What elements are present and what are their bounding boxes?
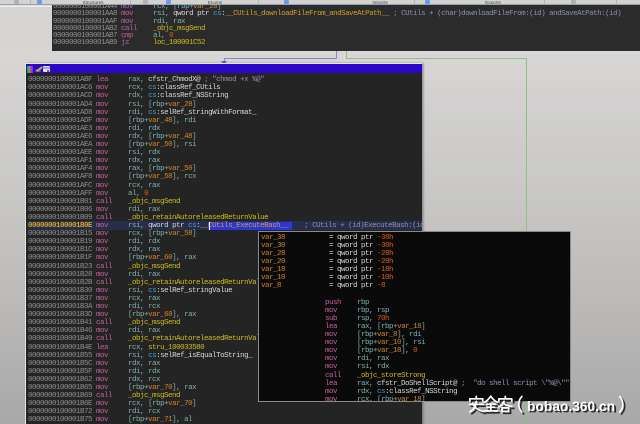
svg-text:bobao.360.cn: bobao.360.cn <box>529 401 617 416</box>
